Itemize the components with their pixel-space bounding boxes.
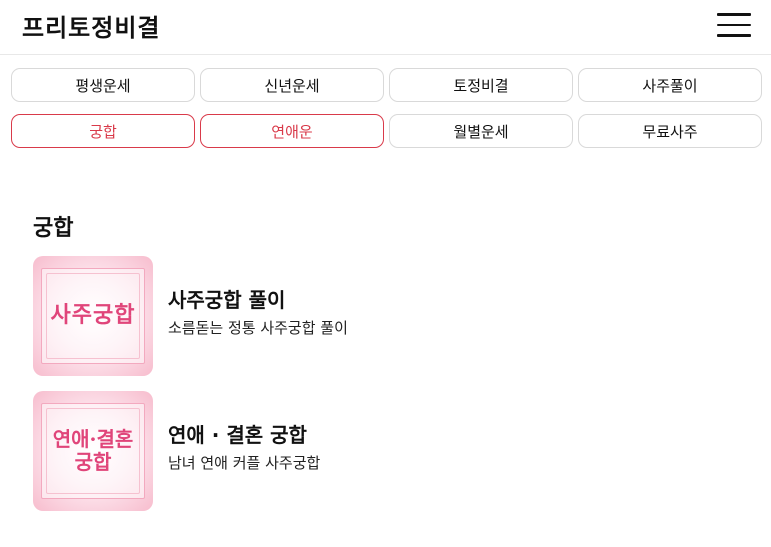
nav-new-year-fortune[interactable]: 신년운세 bbox=[200, 68, 384, 102]
thumbnail-caption: 연애·결혼 궁합 bbox=[33, 391, 153, 511]
category-nav: 평생운세 신년운세 토정비결 사주풀이 궁합 연애운 월별운세 무료사주 bbox=[11, 68, 763, 160]
nav-free-saju[interactable]: 무료사주 bbox=[578, 114, 762, 148]
nav-compatibility[interactable]: 궁합 bbox=[11, 114, 195, 148]
hamburger-menu-icon[interactable] bbox=[717, 13, 751, 37]
list-item-saju-compatibility[interactable]: 사주궁합 사주궁합 풀이 소름돋는 정통 사주궁합 풀이 bbox=[33, 256, 733, 376]
menu-line bbox=[717, 13, 751, 16]
section-title: 궁합 bbox=[33, 216, 74, 241]
site-logo[interactable]: 프리토정비결 bbox=[22, 8, 160, 43]
thumbnail-image: 연애·결혼 궁합 bbox=[33, 391, 153, 511]
menu-line bbox=[717, 34, 751, 37]
list-item-love-marriage-compatibility[interactable]: 연애·결혼 궁합 연애 · 결혼 궁합 남녀 연애 커플 사주궁합 bbox=[33, 391, 733, 511]
menu-line bbox=[717, 23, 751, 26]
nav-love-fortune[interactable]: 연애운 bbox=[200, 114, 384, 148]
site-header: 프리토정비결 bbox=[0, 0, 771, 55]
item-description: 남녀 연애 커플 사주궁합 bbox=[168, 454, 321, 472]
thumbnail-caption-line: 궁합 bbox=[74, 450, 112, 474]
nav-row-2: 궁합 연애운 월별운세 무료사주 bbox=[11, 114, 763, 148]
thumbnail-caption-line: 연애·결혼 bbox=[52, 427, 134, 451]
thumbnail-caption-line: 사주궁합 bbox=[50, 302, 136, 329]
nav-monthly-fortune[interactable]: 월별운세 bbox=[389, 114, 573, 148]
nav-saju-reading[interactable]: 사주풀이 bbox=[578, 68, 762, 102]
thumbnail-image: 사주궁합 bbox=[33, 256, 153, 376]
thumbnail-caption: 사주궁합 bbox=[33, 256, 153, 376]
nav-row-1: 평생운세 신년운세 토정비결 사주풀이 bbox=[11, 68, 763, 102]
nav-tojeong-bigyeol[interactable]: 토정비결 bbox=[389, 68, 573, 102]
item-description: 소름돋는 정통 사주궁합 풀이 bbox=[168, 319, 348, 337]
item-title[interactable]: 연애 · 결혼 궁합 bbox=[168, 419, 307, 448]
nav-lifetime-fortune[interactable]: 평생운세 bbox=[11, 68, 195, 102]
item-title[interactable]: 사주궁합 풀이 bbox=[168, 284, 285, 313]
